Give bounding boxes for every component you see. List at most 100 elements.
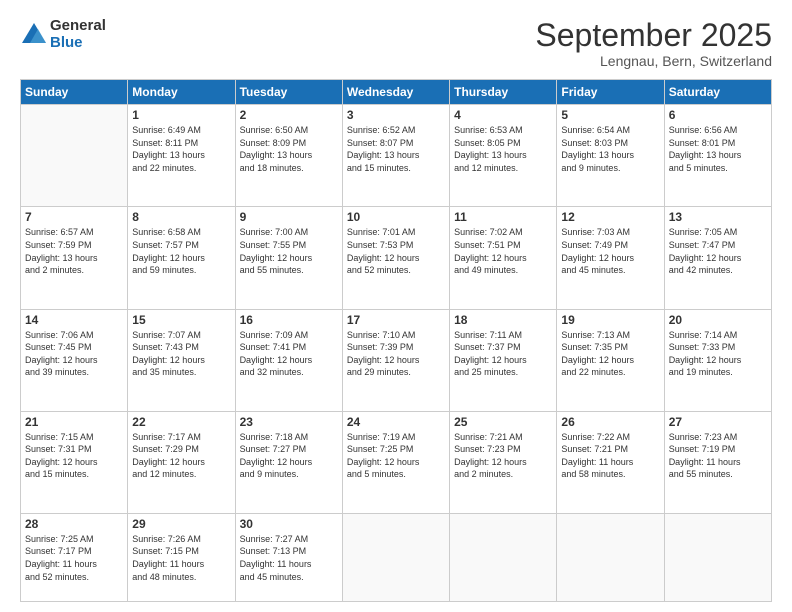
logo-blue: Blue [50, 35, 106, 52]
calendar-cell: 12 Sunrise: 7:03 AM Sunset: 7:49 PM Dayli… [557, 207, 664, 309]
day-info: Sunrise: 6:49 AM Sunset: 8:11 PM Dayligh… [132, 124, 230, 174]
calendar-cell: 14 Sunrise: 7:06 AM Sunset: 7:45 PM Dayli… [21, 309, 128, 411]
day-info: Sunrise: 6:58 AM Sunset: 7:57 PM Dayligh… [132, 226, 230, 276]
month-title: September 2025 [535, 18, 772, 53]
day-number: 5 [561, 108, 659, 122]
day-number: 11 [454, 210, 552, 224]
weekday-header-sunday: Sunday [21, 80, 128, 105]
day-info: Sunrise: 7:25 AM Sunset: 7:17 PM Dayligh… [25, 533, 123, 583]
page: General Blue September 2025 Lengnau, Ber… [0, 0, 792, 612]
day-info: Sunrise: 6:56 AM Sunset: 8:01 PM Dayligh… [669, 124, 767, 174]
day-info: Sunrise: 6:52 AM Sunset: 8:07 PM Dayligh… [347, 124, 445, 174]
day-number: 16 [240, 313, 338, 327]
day-number: 14 [25, 313, 123, 327]
day-info: Sunrise: 7:02 AM Sunset: 7:51 PM Dayligh… [454, 226, 552, 276]
day-number: 28 [25, 517, 123, 531]
day-info: Sunrise: 7:15 AM Sunset: 7:31 PM Dayligh… [25, 431, 123, 481]
header: General Blue September 2025 Lengnau, Ber… [20, 18, 772, 69]
day-number: 6 [669, 108, 767, 122]
calendar-cell: 7 Sunrise: 6:57 AM Sunset: 7:59 PM Daylig… [21, 207, 128, 309]
day-number: 1 [132, 108, 230, 122]
day-info: Sunrise: 6:54 AM Sunset: 8:03 PM Dayligh… [561, 124, 659, 174]
calendar-cell: 25 Sunrise: 7:21 AM Sunset: 7:23 PM Dayli… [450, 411, 557, 513]
weekday-header-wednesday: Wednesday [342, 80, 449, 105]
day-info: Sunrise: 7:27 AM Sunset: 7:13 PM Dayligh… [240, 533, 338, 583]
day-number: 20 [669, 313, 767, 327]
day-info: Sunrise: 7:13 AM Sunset: 7:35 PM Dayligh… [561, 329, 659, 379]
calendar-cell [664, 513, 771, 601]
day-number: 29 [132, 517, 230, 531]
calendar-cell: 10Sunrise: 7:01 AM Sunset: 7:53 PM Dayli… [342, 207, 449, 309]
calendar-cell: 15 Sunrise: 7:07 AM Sunset: 7:43 PM Dayli… [128, 309, 235, 411]
weekday-header-saturday: Saturday [664, 80, 771, 105]
day-number: 2 [240, 108, 338, 122]
day-number: 15 [132, 313, 230, 327]
calendar-cell: 3 Sunrise: 6:52 AM Sunset: 8:07 PM Daylig… [342, 105, 449, 207]
calendar-cell: 28 Sunrise: 7:25 AM Sunset: 7:17 PM Dayli… [21, 513, 128, 601]
day-number: 17 [347, 313, 445, 327]
day-info: Sunrise: 7:18 AM Sunset: 7:27 PM Dayligh… [240, 431, 338, 481]
day-info: Sunrise: 7:19 AM Sunset: 7:25 PM Dayligh… [347, 431, 445, 481]
logo-text: General Blue [50, 18, 106, 51]
day-info: Sunrise: 7:11 AM Sunset: 7:37 PM Dayligh… [454, 329, 552, 379]
calendar-cell: 17 Sunrise: 7:10 AM Sunset: 7:39 PM Dayli… [342, 309, 449, 411]
weekday-header-row: SundayMondayTuesdayWednesdayThursdayFrid… [21, 80, 772, 105]
calendar-cell: 29 Sunrise: 7:26 AM Sunset: 7:15 PM Dayli… [128, 513, 235, 601]
calendar-cell: 21 Sunrise: 7:15 AM Sunset: 7:31 PM Dayli… [21, 411, 128, 513]
day-info: Sunrise: 7:09 AM Sunset: 7:41 PM Dayligh… [240, 329, 338, 379]
day-number: 4 [454, 108, 552, 122]
week-row-3: 14 Sunrise: 7:06 AM Sunset: 7:45 PM Dayli… [21, 309, 772, 411]
calendar-cell: 19 Sunrise: 7:13 AM Sunset: 7:35 PM Dayli… [557, 309, 664, 411]
day-info: Sunrise: 7:26 AM Sunset: 7:15 PM Dayligh… [132, 533, 230, 583]
day-number: 25 [454, 415, 552, 429]
day-info: Sunrise: 6:50 AM Sunset: 8:09 PM Dayligh… [240, 124, 338, 174]
day-info: Sunrise: 7:23 AM Sunset: 7:19 PM Dayligh… [669, 431, 767, 481]
logo: General Blue [20, 18, 106, 51]
day-number: 19 [561, 313, 659, 327]
calendar: SundayMondayTuesdayWednesdayThursdayFrid… [20, 79, 772, 602]
calendar-cell: 16 Sunrise: 7:09 AM Sunset: 7:41 PM Dayli… [235, 309, 342, 411]
weekday-header-thursday: Thursday [450, 80, 557, 105]
day-number: 12 [561, 210, 659, 224]
day-info: Sunrise: 7:01 AM Sunset: 7:53 PM Dayligh… [347, 226, 445, 276]
day-info: Sunrise: 7:21 AM Sunset: 7:23 PM Dayligh… [454, 431, 552, 481]
day-info: Sunrise: 7:14 AM Sunset: 7:33 PM Dayligh… [669, 329, 767, 379]
calendar-cell: 27Sunrise: 7:23 AM Sunset: 7:19 PM Dayli… [664, 411, 771, 513]
day-info: Sunrise: 6:57 AM Sunset: 7:59 PM Dayligh… [25, 226, 123, 276]
day-number: 24 [347, 415, 445, 429]
week-row-5: 28 Sunrise: 7:25 AM Sunset: 7:17 PM Dayli… [21, 513, 772, 601]
day-number: 13 [669, 210, 767, 224]
calendar-cell: 20 Sunrise: 7:14 AM Sunset: 7:33 PM Dayli… [664, 309, 771, 411]
calendar-cell: 1 Sunrise: 6:49 AM Sunset: 8:11 PM Daylig… [128, 105, 235, 207]
day-info: Sunrise: 7:00 AM Sunset: 7:55 PM Dayligh… [240, 226, 338, 276]
calendar-cell: 26Sunrise: 7:22 AM Sunset: 7:21 PM Dayli… [557, 411, 664, 513]
week-row-1: 1 Sunrise: 6:49 AM Sunset: 8:11 PM Daylig… [21, 105, 772, 207]
day-info: Sunrise: 7:07 AM Sunset: 7:43 PM Dayligh… [132, 329, 230, 379]
calendar-cell: 4Sunrise: 6:53 AM Sunset: 8:05 PM Daylig… [450, 105, 557, 207]
calendar-cell: 5 Sunrise: 6:54 AM Sunset: 8:03 PM Daylig… [557, 105, 664, 207]
day-number: 8 [132, 210, 230, 224]
calendar-cell: 13Sunrise: 7:05 AM Sunset: 7:47 PM Dayli… [664, 207, 771, 309]
calendar-cell: 6 Sunrise: 6:56 AM Sunset: 8:01 PM Daylig… [664, 105, 771, 207]
day-number: 26 [561, 415, 659, 429]
calendar-cell: 23Sunrise: 7:18 AM Sunset: 7:27 PM Dayli… [235, 411, 342, 513]
day-info: Sunrise: 7:03 AM Sunset: 7:49 PM Dayligh… [561, 226, 659, 276]
day-number: 9 [240, 210, 338, 224]
day-number: 21 [25, 415, 123, 429]
calendar-cell: 9 Sunrise: 7:00 AM Sunset: 7:55 PM Daylig… [235, 207, 342, 309]
title-area: September 2025 Lengnau, Bern, Switzerlan… [535, 18, 772, 69]
day-number: 22 [132, 415, 230, 429]
logo-icon [20, 21, 48, 49]
calendar-cell: 18Sunrise: 7:11 AM Sunset: 7:37 PM Dayli… [450, 309, 557, 411]
calendar-cell [342, 513, 449, 601]
day-number: 7 [25, 210, 123, 224]
calendar-cell [450, 513, 557, 601]
day-info: Sunrise: 7:06 AM Sunset: 7:45 PM Dayligh… [25, 329, 123, 379]
week-row-4: 21 Sunrise: 7:15 AM Sunset: 7:31 PM Dayli… [21, 411, 772, 513]
calendar-cell: 22Sunrise: 7:17 AM Sunset: 7:29 PM Dayli… [128, 411, 235, 513]
day-number: 3 [347, 108, 445, 122]
location: Lengnau, Bern, Switzerland [535, 53, 772, 69]
day-info: Sunrise: 7:10 AM Sunset: 7:39 PM Dayligh… [347, 329, 445, 379]
calendar-cell [557, 513, 664, 601]
weekday-header-tuesday: Tuesday [235, 80, 342, 105]
